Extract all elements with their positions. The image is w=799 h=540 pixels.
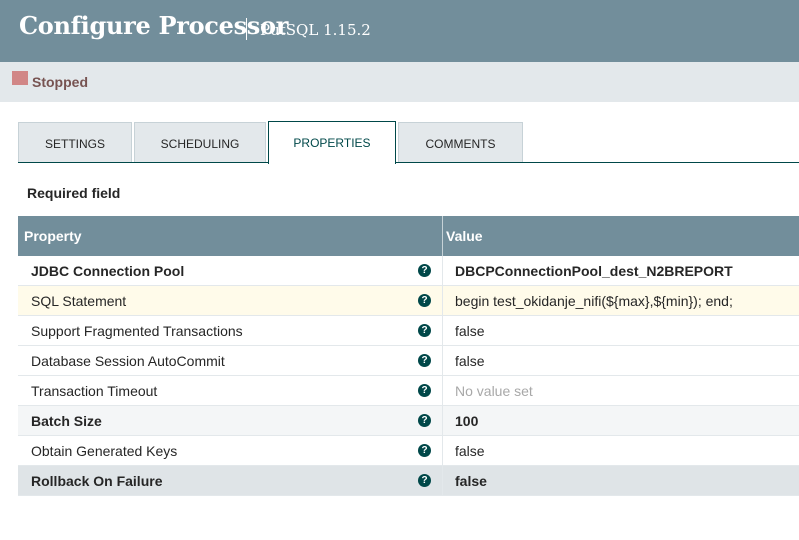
property-value[interactable]: DBCPConnectionPool_dest_N2BREPORT xyxy=(455,263,733,279)
help-icon[interactable]: ? xyxy=(418,324,431,337)
table-row[interactable]: Rollback On Failure ? false xyxy=(18,466,799,496)
help-icon[interactable]: ? xyxy=(418,264,431,277)
property-name: Rollback On Failure xyxy=(31,473,163,489)
property-name: Transaction Timeout xyxy=(31,383,158,399)
tab-settings[interactable]: SETTINGS xyxy=(18,122,132,162)
help-icon[interactable]: ? xyxy=(418,414,431,427)
required-field-label: Required field xyxy=(27,185,121,201)
status-label: Stopped xyxy=(32,74,88,90)
property-name: Obtain Generated Keys xyxy=(31,443,178,459)
cell-divider xyxy=(442,346,443,376)
processor-type: PutSQL 1.15.2 xyxy=(260,21,371,39)
cell-divider xyxy=(442,406,443,436)
cell-divider xyxy=(442,466,443,496)
help-icon[interactable]: ? xyxy=(418,354,431,367)
properties-table: Property Value JDBC Connection Pool ? DB… xyxy=(18,216,799,496)
table-row[interactable]: SQL Statement ? begin test_okidanje_nifi… xyxy=(18,286,799,316)
cell-divider xyxy=(442,286,443,316)
tab-underline xyxy=(18,162,799,163)
help-icon[interactable]: ? xyxy=(418,444,431,457)
property-name: Batch Size xyxy=(31,413,102,429)
property-value[interactable]: false xyxy=(455,353,485,369)
property-value[interactable]: false xyxy=(455,443,485,459)
table-row[interactable]: Obtain Generated Keys ? false xyxy=(18,436,799,466)
help-icon[interactable]: ? xyxy=(418,474,431,487)
property-name: Support Fragmented Transactions xyxy=(31,323,243,339)
dialog-title: Configure Processor xyxy=(19,11,289,40)
property-value[interactable]: No value set xyxy=(455,383,533,399)
dialog-header: Configure Processor PutSQL 1.15.2 xyxy=(0,0,799,62)
property-name: SQL Statement xyxy=(31,293,127,309)
property-value[interactable]: false xyxy=(455,473,487,489)
table-row[interactable]: Transaction Timeout ? No value set xyxy=(18,376,799,406)
status-bar: Stopped xyxy=(0,62,799,102)
cell-divider xyxy=(442,436,443,466)
cell-divider xyxy=(442,256,443,286)
table-row[interactable]: Database Session AutoCommit ? false xyxy=(18,346,799,376)
tab-scheduling[interactable]: SCHEDULING xyxy=(134,122,266,162)
help-icon[interactable]: ? xyxy=(418,294,431,307)
property-name: JDBC Connection Pool xyxy=(31,263,185,279)
property-value[interactable]: false xyxy=(455,323,485,339)
table-row[interactable]: JDBC Connection Pool ? DBCPConnectionPoo… xyxy=(18,256,799,286)
column-header-value[interactable]: Value xyxy=(446,228,483,244)
title-separator xyxy=(246,18,247,40)
cell-divider xyxy=(442,316,443,346)
tab-properties[interactable]: PROPERTIES xyxy=(268,121,396,164)
help-icon[interactable]: ? xyxy=(418,384,431,397)
property-value[interactable]: begin test_okidanje_nifi(${max},${min});… xyxy=(455,293,733,309)
table-header: Property Value xyxy=(18,216,799,256)
table-row[interactable]: Support Fragmented Transactions ? false xyxy=(18,316,799,346)
property-name: Database Session AutoCommit xyxy=(31,353,225,369)
table-row[interactable]: Batch Size ? 100 xyxy=(18,406,799,436)
column-divider xyxy=(442,216,443,256)
property-value[interactable]: 100 xyxy=(455,413,478,429)
stopped-icon xyxy=(12,71,28,85)
column-header-property[interactable]: Property xyxy=(24,228,82,244)
tab-comments[interactable]: COMMENTS xyxy=(398,122,523,162)
cell-divider xyxy=(442,376,443,406)
